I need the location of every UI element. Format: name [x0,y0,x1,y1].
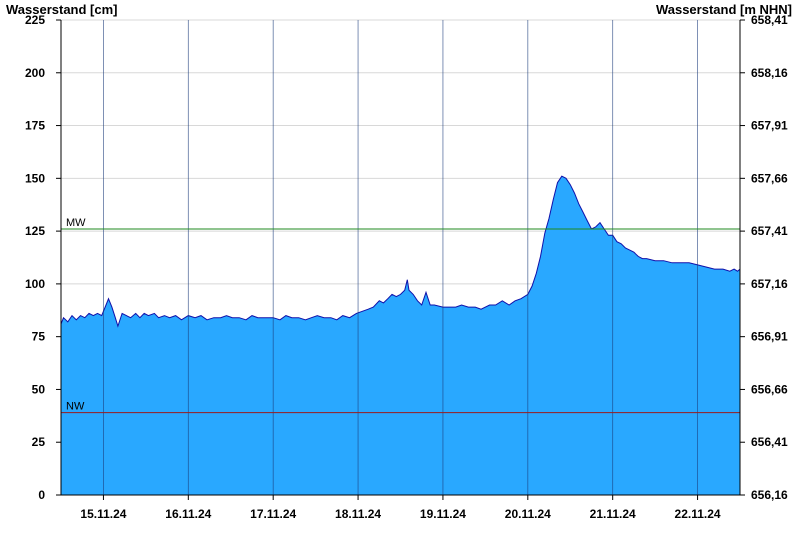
y-tick-label-right: 657,41 [751,224,788,238]
x-tick-label: 20.11.24 [505,507,551,521]
y-tick-label-left: 100 [25,277,45,291]
y-tick-label-right: 658,41 [751,13,788,27]
y-tick-label-right: 656,16 [751,488,788,502]
x-tick-label: 16.11.24 [165,507,211,521]
y-tick-label-left: 0 [38,488,45,502]
y-tick-label-left: 25 [32,435,46,449]
y-tick-label-left: 225 [25,13,45,27]
y-axis-title-left: Wasserstand [cm] [6,2,118,17]
x-tick-label: 22.11.24 [675,507,721,521]
nw-label: NW [66,401,85,413]
y-tick-label-right: 656,41 [751,435,788,449]
y-tick-label-right: 656,91 [751,330,788,344]
y-tick-label-left: 150 [25,171,45,185]
y-tick-label-right: 657,66 [751,171,788,185]
y-tick-label-left: 200 [25,66,45,80]
x-tick-label: 18.11.24 [335,507,381,521]
x-tick-label: 21.11.24 [590,507,636,521]
y-tick-label-left: 125 [25,224,45,238]
y-tick-label-left: 50 [32,382,46,396]
y-tick-label-left: 75 [32,330,46,344]
x-tick-label: 17.11.24 [250,507,296,521]
x-tick-label: 15.11.24 [80,507,126,521]
y-tick-label-left: 175 [25,119,45,133]
water-level-chart: MWNW Wasserstand [cm] Wasserstand [m NHN… [0,0,800,550]
y-tick-label-right: 657,91 [751,119,788,133]
y-tick-label-right: 658,16 [751,66,788,80]
mw-label: MW [66,217,86,229]
x-tick-label: 19.11.24 [420,507,466,521]
y-tick-label-right: 657,16 [751,277,788,291]
y-tick-label-right: 656,66 [751,382,788,396]
